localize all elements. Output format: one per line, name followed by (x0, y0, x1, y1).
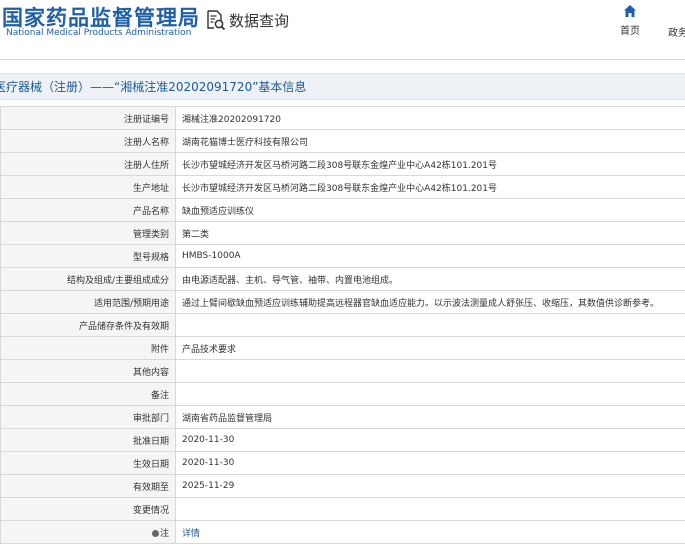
table-row: 注册证编号 湘械注准20202091720 (0, 106, 685, 130)
document-search-icon (207, 10, 226, 31)
note-label: 注 (159, 528, 169, 539)
field-value (175, 497, 685, 521)
table-row: 管理类别 第二类 (0, 221, 685, 245)
field-value (175, 382, 685, 406)
field-label: 管理类别 (0, 221, 176, 245)
field-value: 通过上臂间歇缺血预适应训练辅助提高远程器官缺血适应能力。以示波法测量成人舒张压、… (175, 290, 685, 314)
field-label: 批准日期 (0, 428, 176, 452)
field-value: 2020-11-30 (175, 451, 685, 475)
field-value: 由电源适配器、主机、导气管、袖带、内置电池组成。 (175, 267, 685, 291)
field-label: 注册证编号 (0, 106, 176, 130)
field-value: 长沙市望城经济开发区马桥河路二段308号联东金煌产业中心A42栋101.201号 (175, 152, 685, 176)
table-row: 批准日期 2020-11-30 (0, 428, 685, 452)
field-value: 2020-11-30 (175, 428, 685, 452)
field-value (175, 359, 685, 383)
field-label-note: 注 (0, 520, 176, 544)
field-label: 产品名称 (0, 198, 176, 222)
field-label: 产品储存条件及有效期 (0, 313, 176, 337)
field-label: 注册人住所 (0, 152, 176, 176)
table-row: 变更情况 (0, 497, 685, 521)
field-label: 适用范围/预期用途 (0, 290, 176, 314)
field-label: 结构及组成/主要组成成分 (0, 267, 176, 291)
table-row: 注册人住所 长沙市望城经济开发区马桥河路二段308号联东金煌产业中心A42栋101… (0, 152, 685, 176)
data-query-link[interactable]: 数据查询 (204, 8, 289, 32)
field-label: 其他内容 (0, 359, 176, 383)
table-row-note: 注 详情 (0, 520, 685, 544)
header-divider (0, 59, 685, 60)
field-value-note: 详情 (175, 520, 685, 544)
field-value: 2025-11-29 (175, 474, 685, 498)
field-value: 湖南花猫博士医疗科技有限公司 (175, 129, 685, 153)
table-row: 其他内容 (0, 359, 685, 383)
table-row: 产品储存条件及有效期 (0, 313, 685, 337)
home-icon (624, 5, 636, 17)
record-title: 医疗器械（注册）——“湘械注准20202091720”基本信息 (0, 80, 307, 94)
site-header: 国家药品监督管理局 National Medical Products Admi… (0, 0, 685, 66)
field-value: 湖南省药品监督管理局 (175, 405, 685, 429)
table-row: 生产地址 长沙市望城经济开发区马桥河路二段308号联东金煌产业中心A42栋101.… (0, 175, 685, 199)
site-logo-en[interactable]: National Medical Products Administration (6, 28, 191, 38)
field-label: 附件 (0, 336, 176, 360)
table-row: 适用范围/预期用途 通过上臂间歇缺血预适应训练辅助提高远程器官缺血适应能力。以示波… (0, 290, 685, 314)
field-label: 生产地址 (0, 175, 176, 199)
field-value: 第二类 (175, 221, 685, 245)
nav-home-label: 首页 (620, 26, 640, 37)
record-title-bar: 医疗器械（注册）——“湘械注准20202091720”基本信息 (0, 73, 685, 100)
table-row: 有效期至 2025-11-29 (0, 474, 685, 498)
field-label: 变更情况 (0, 497, 176, 521)
field-value (175, 313, 685, 337)
table-row: 生效日期 2020-11-30 (0, 451, 685, 475)
pin-icon (151, 529, 159, 537)
table-row: 附件 产品技术要求 (0, 336, 685, 360)
data-query-label: 数据查询 (229, 11, 290, 30)
table-row: 结构及组成/主要组成成分 由电源适配器、主机、导气管、袖带、内置电池组成。 (0, 267, 685, 291)
table-row: 审批部门 湖南省药品监督管理局 (0, 405, 685, 429)
field-label: 备注 (0, 382, 176, 406)
field-label: 生效日期 (0, 451, 176, 475)
table-row: 产品名称 缺血预适应训练仪 (0, 198, 685, 222)
field-value: 缺血预适应训练仪 (175, 198, 685, 222)
field-label: 有效期至 (0, 474, 176, 498)
detail-link[interactable]: 详情 (182, 529, 200, 539)
field-label: 型号规格 (0, 244, 176, 268)
field-value: 产品技术要求 (175, 336, 685, 360)
nav-home[interactable]: 首页 (613, 4, 647, 37)
field-value: 湘械注准20202091720 (175, 106, 685, 130)
registration-info-table: 注册证编号 湘械注准20202091720 注册人名称 湖南花猫博士医疗科技有限公司注… (0, 106, 685, 544)
field-label: 审批部门 (0, 405, 176, 429)
field-label: 注册人名称 (0, 129, 176, 153)
field-value: 长沙市望城经济开发区马桥河路二段308号联东金煌产业中心A42栋101.201号 (175, 175, 685, 199)
table-row: 备注 (0, 382, 685, 406)
table-row: 型号规格 HMBS-1000A (0, 244, 685, 268)
field-value: HMBS-1000A (175, 244, 685, 268)
nav-gov[interactable]: 政务 (668, 24, 685, 39)
table-row: 注册人名称 湖南花猫博士医疗科技有限公司 (0, 129, 685, 153)
